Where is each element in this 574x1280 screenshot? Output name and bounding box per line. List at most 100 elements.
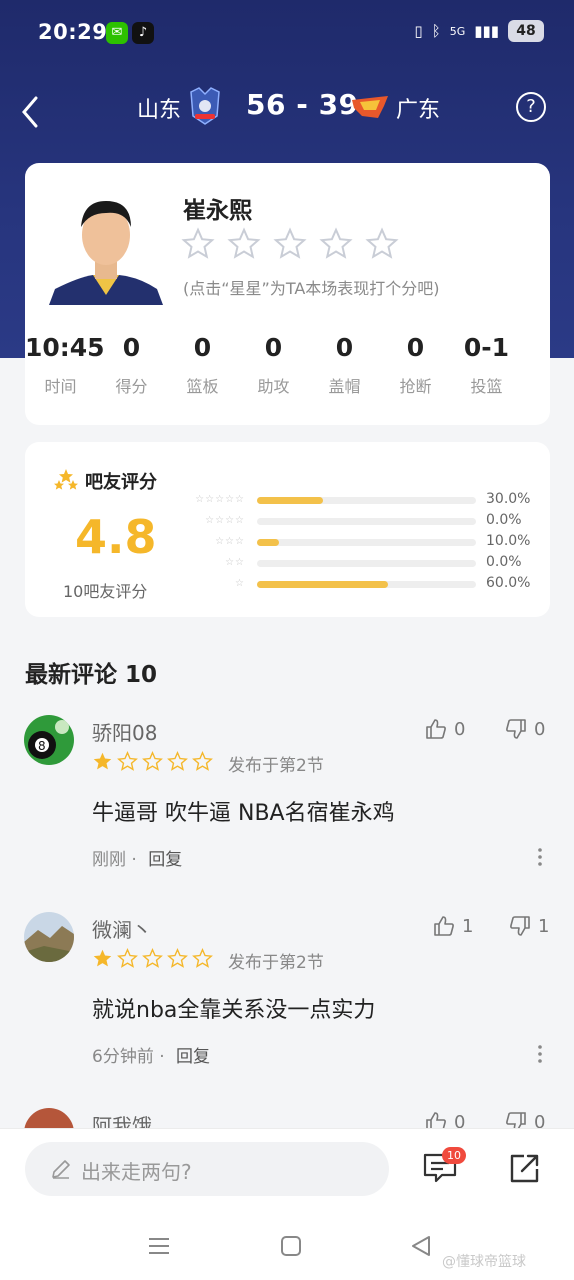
help-button[interactable]: ?: [516, 92, 546, 122]
comment-item: 微澜丶 1 1 发布于第2节 就说nba全靠关系没一点实力 6分钟前 · 回复: [0, 912, 574, 1072]
star-icon[interactable]: [319, 227, 353, 261]
comment-text[interactable]: 牛逼哥 吹牛逼 NBA名宿崔永鸡: [92, 795, 395, 827]
comment-meta: 刚刚 · 回复: [92, 850, 183, 870]
player-avatar: [49, 187, 163, 305]
signal-icon: ▮▮▮: [474, 22, 499, 40]
battery-icon: 48: [508, 20, 544, 42]
star-filled-icon: [93, 752, 112, 770]
comment-meta: 6分钟前 · 回复: [92, 1047, 211, 1067]
dislike-count: 1: [538, 915, 550, 937]
stat-value: 0: [193, 333, 212, 362]
stat-value: 0: [122, 333, 141, 362]
stat-item: 0-1 投篮: [451, 331, 522, 397]
tiktok-icon: ♪: [132, 22, 154, 44]
fan-rating-count: 10吧友评分: [63, 582, 148, 601]
comment-username[interactable]: 骄阳08: [92, 717, 157, 746]
avatar[interactable]: 8: [24, 715, 74, 765]
rating-bar-row: ☆☆☆☆☆ 30.0%: [175, 491, 535, 514]
back-button[interactable]: [14, 84, 54, 132]
dislike-count: 0: [534, 1111, 546, 1129]
two-stars-icon: ☆☆: [225, 557, 245, 568]
stat-value: 10:45: [25, 333, 105, 362]
fan-rating-score: 4.8: [75, 510, 157, 564]
share-button[interactable]: [508, 1151, 542, 1185]
stat-item: 10:45 时间: [25, 331, 105, 397]
svg-text:8: 8: [38, 739, 46, 753]
star-filled-icon: [93, 949, 112, 967]
stat-label: 时间: [44, 377, 77, 396]
thumbs-up-icon: [426, 1112, 446, 1128]
reply-button[interactable]: 回复: [148, 850, 182, 870]
rating-bar-track: [257, 560, 476, 567]
comment-period: 发布于第2节: [228, 756, 324, 776]
stat-value: 0: [406, 333, 425, 362]
star-outline-icon: [142, 948, 163, 968]
five-stars-icon: ☆☆☆☆☆: [195, 494, 245, 505]
stat-item: 0 盖帽: [309, 331, 380, 397]
comment-time: 6分钟前: [92, 1047, 154, 1067]
dislike-button[interactable]: 1: [508, 914, 549, 938]
dislike-count: 0: [534, 718, 546, 740]
menu-icon[interactable]: [146, 1233, 172, 1259]
stat-label: 助攻: [257, 377, 290, 396]
stat-label: 投篮: [470, 377, 503, 396]
comment-count-badge: 10: [442, 1147, 466, 1164]
dislike-button[interactable]: 0: [504, 1110, 545, 1128]
star-outline-icon: [167, 948, 188, 968]
rating-bar-percent: 10.0%: [486, 533, 531, 549]
back-triangle-icon[interactable]: [408, 1233, 434, 1259]
star-icon[interactable]: [365, 227, 399, 261]
rating-bar-fill: [257, 497, 323, 504]
match-score: 56 - 39: [246, 88, 359, 121]
star-icon[interactable]: [227, 227, 261, 261]
thumbs-up-icon: [434, 916, 454, 936]
star-icon[interactable]: [181, 227, 215, 261]
like-button[interactable]: 1: [432, 914, 473, 938]
network-label: 5G: [449, 24, 466, 38]
comment-input[interactable]: 出来走两句?: [25, 1142, 389, 1196]
dislike-button[interactable]: 0: [504, 717, 545, 741]
share-icon: [510, 1154, 539, 1183]
reply-button[interactable]: 回复: [176, 1047, 210, 1067]
rating-bar-track: [257, 518, 476, 525]
like-button[interactable]: 0: [424, 717, 465, 741]
away-team-name[interactable]: 广东: [396, 92, 440, 124]
rating-bar-fill: [257, 539, 279, 546]
four-stars-icon: ☆☆☆☆: [205, 515, 245, 526]
three-stars-icon: ☆☆☆: [215, 536, 245, 547]
thumbs-down-icon: [506, 1112, 526, 1128]
more-icon[interactable]: [536, 1044, 544, 1064]
home-team-logo[interactable]: [187, 86, 223, 126]
like-button[interactable]: 0: [424, 1110, 465, 1128]
like-count: 0: [454, 1111, 466, 1129]
watermark: @懂球帝篮球: [442, 1254, 526, 1270]
away-team-logo[interactable]: [350, 92, 390, 122]
rating-distribution: ☆☆☆☆☆ 30.0% ☆☆☆☆ 0.0% ☆☆☆ 10.0% ☆☆ 0.0% ☆ 60.…: [175, 491, 535, 598]
comment-username[interactable]: 微澜丶: [92, 914, 152, 943]
comment-text[interactable]: 就说nba全靠关系没一点实力: [92, 992, 375, 1024]
rating-bar-track: [257, 539, 476, 546]
stat-label: 抢断: [399, 377, 432, 396]
player-rating-stars: [181, 227, 399, 261]
star-icon[interactable]: [273, 227, 307, 261]
player-card: 崔永熙 (点击“星星”为TA本场表现打个分吧) 10:45 时间 0 得分 0 篮板 …: [25, 163, 550, 425]
comment-period: 发布于第2节: [228, 953, 324, 973]
pencil-icon: [52, 1160, 70, 1179]
rating-bar-row: ☆☆☆☆ 0.0%: [175, 512, 535, 535]
like-count: 0: [454, 718, 466, 740]
chevron-left-icon: [22, 96, 38, 128]
comment-username[interactable]: 阿我饿: [92, 1110, 152, 1128]
more-icon[interactable]: [536, 847, 544, 867]
avatar[interactable]: [24, 1108, 74, 1128]
fan-rating-card: 吧友评分 4.8 10吧友评分 ☆☆☆☆☆ 30.0% ☆☆☆☆ 0.0% ☆☆☆ 1…: [25, 442, 550, 617]
comments-title: 最新评论 10: [25, 662, 158, 688]
rating-bar-percent: 60.0%: [486, 575, 531, 591]
comment-input-placeholder: 出来走两句?: [81, 1160, 192, 1184]
star-outline-icon: [117, 751, 138, 771]
thumbs-down-icon: [506, 719, 526, 739]
rating-hint: (点击“星星”为TA本场表现打个分吧): [183, 279, 440, 298]
home-icon[interactable]: [278, 1233, 304, 1259]
stat-value: 0-1: [463, 333, 510, 362]
avatar[interactable]: [24, 912, 74, 962]
home-team-name[interactable]: 山东: [137, 92, 181, 124]
